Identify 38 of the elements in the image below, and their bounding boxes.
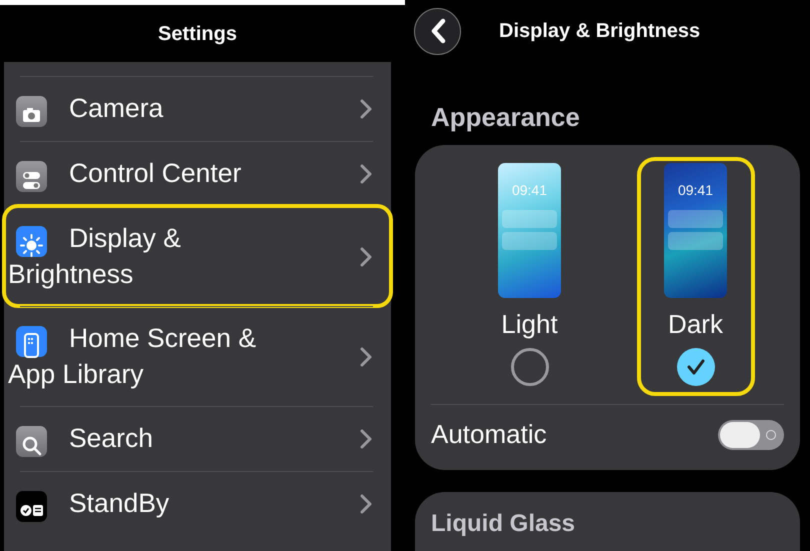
settings-row[interactable]: Display & Brightness: [4, 206, 391, 306]
settings-row[interactable]: Control Center: [4, 141, 391, 206]
screen-title: Settings: [157, 22, 238, 46]
section-header: Appearance: [431, 101, 581, 134]
settings-row[interactable]: Camera: [4, 76, 391, 141]
chevron-icon: [359, 98, 373, 120]
clock-time: 09:41: [512, 181, 548, 198]
widget-bar: [502, 232, 557, 250]
radio-button[interactable]: [510, 348, 548, 386]
search-icon: [16, 426, 47, 457]
settings-row[interactable]: Search: [4, 406, 391, 471]
option-label: Dark: [668, 308, 723, 340]
settings-row[interactable]: StandBy: [4, 471, 391, 536]
wallpaper-preview[interactable]: 09:41: [664, 163, 727, 298]
widget-bar: [668, 232, 723, 250]
chevron-icon: [359, 163, 373, 185]
chevron-icon: [359, 493, 373, 515]
widget-bar: [668, 210, 723, 228]
clock-time: 09:41: [678, 181, 714, 198]
sun-icon: [16, 226, 47, 257]
back-chevron-icon: [430, 18, 446, 44]
clock-widget-icon: [16, 491, 47, 522]
toggle-switch[interactable]: [718, 420, 784, 450]
radio-button[interactable]: [676, 348, 714, 386]
setting-label: Automatic: [431, 418, 547, 451]
widget-bar: [502, 210, 557, 228]
chevron-icon: [359, 428, 373, 450]
toggles-icon: [16, 161, 47, 192]
checkmark-icon: [686, 358, 706, 376]
chevron-icon: [359, 346, 373, 368]
camera-icon: [16, 96, 47, 127]
settings-row[interactable]: Home Screen & App Library: [4, 306, 391, 406]
screen-title: Display & Brightness: [499, 19, 700, 44]
chevron-icon: [359, 246, 373, 268]
option-label: Light: [501, 308, 558, 340]
back-button[interactable]: [414, 8, 461, 54]
section-label: Liquid Glass: [431, 510, 576, 537]
phone-icon: [16, 326, 47, 357]
